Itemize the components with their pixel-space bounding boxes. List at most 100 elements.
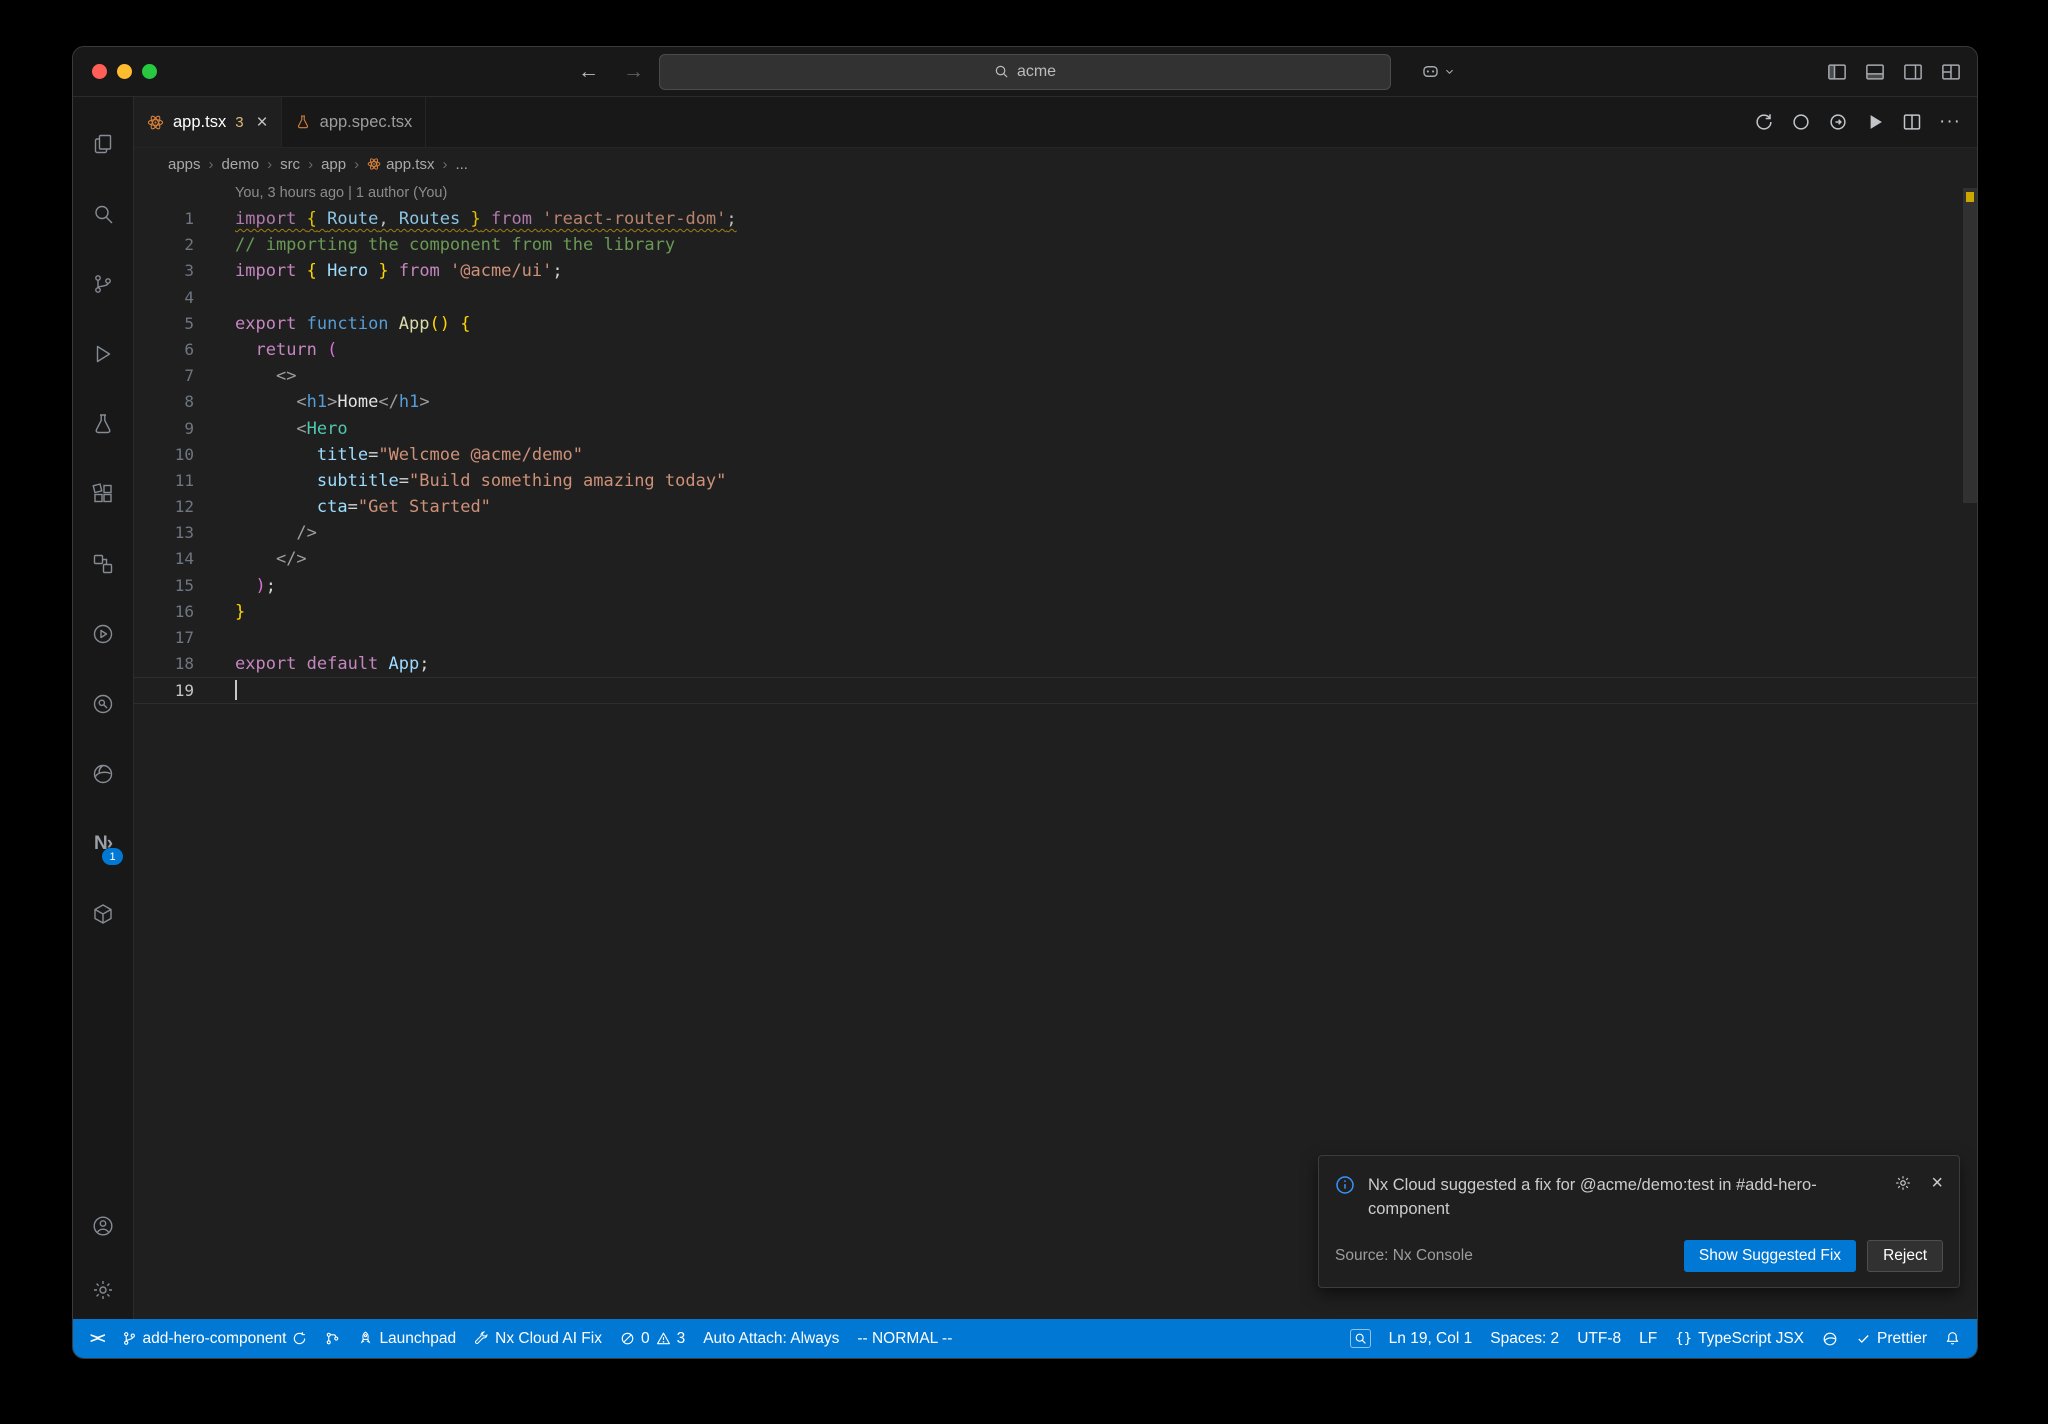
line-number: 14	[174, 549, 194, 569]
indentation-item[interactable]: Spaces: 2	[1481, 1319, 1568, 1358]
testing-icon[interactable]	[79, 389, 127, 459]
timeline-icon[interactable]	[1754, 112, 1774, 132]
breadcrumb-item[interactable]: demo	[222, 156, 260, 173]
code-line[interactable]: 19	[134, 677, 1977, 704]
notification-close-icon[interactable]: ×	[1931, 1173, 1943, 1193]
status-bar: >< add-hero-component Launchpad Nx Cloud…	[73, 1319, 1977, 1358]
play-icon[interactable]	[1865, 112, 1885, 132]
close-tab-icon[interactable]: ×	[257, 113, 268, 132]
code-line[interactable]: 15 );	[134, 573, 1977, 599]
close-window-button[interactable]	[92, 64, 107, 79]
line-number: 11	[174, 470, 194, 490]
package-explorer-icon[interactable]	[79, 879, 127, 949]
go-back-icon[interactable]: ←	[578, 60, 599, 84]
command-center-search[interactable]: acme	[659, 53, 1391, 90]
code-line[interactable]: 12 cta="Get Started"	[134, 494, 1977, 520]
code-line[interactable]: 11 subtitle="Build something amazing tod…	[134, 468, 1977, 494]
error-count: 0	[640, 1329, 650, 1347]
notifications-bell-item[interactable]	[1936, 1319, 1969, 1358]
code-line[interactable]: 6 return (	[134, 337, 1977, 363]
auto-attach-item[interactable]: Auto Attach: Always	[694, 1319, 848, 1358]
code-line[interactable]: 8 <h1>Home</h1>	[134, 389, 1977, 415]
errors-icon	[621, 1332, 634, 1345]
activity-bar: N› 1	[73, 97, 134, 1319]
breadcrumb-item[interactable]: src	[280, 156, 300, 173]
breadcrumb-item[interactable]: apps	[168, 156, 201, 173]
nx-cloud-fix-item[interactable]: Nx Cloud AI Fix	[465, 1319, 611, 1358]
nx-console-icon[interactable]: N› 1	[79, 809, 127, 879]
scrollbar-thumb[interactable]	[1963, 188, 1977, 503]
toggle-primary-sidebar-icon[interactable]	[1827, 62, 1847, 82]
minimize-window-button[interactable]	[117, 64, 132, 79]
zoom-indicator[interactable]	[1341, 1319, 1380, 1358]
remote-explorer-icon[interactable]	[79, 529, 127, 599]
toggle-secondary-sidebar-icon[interactable]	[1903, 62, 1923, 82]
breadcrumb-item[interactable]: app	[321, 156, 346, 173]
copilot-menu[interactable]	[1421, 47, 1455, 96]
go-forward-icon[interactable]: →	[623, 60, 644, 84]
commit-graph-item[interactable]	[316, 1319, 349, 1358]
code-line[interactable]: 16}	[134, 599, 1977, 625]
code-line[interactable]: 5 export function App() {	[134, 311, 1977, 337]
code-line[interactable]: 17	[134, 625, 1977, 651]
breadcrumb-item[interactable]: ...	[455, 156, 468, 173]
more-actions-icon[interactable]: ···	[1939, 111, 1961, 133]
code-line[interactable]: 1 import { Route, Routes } from 'react-ro…	[134, 206, 1977, 232]
extensions-icon[interactable]	[79, 459, 127, 529]
reject-button[interactable]: Reject	[1867, 1240, 1943, 1272]
inline-chat-icon[interactable]	[1791, 112, 1811, 132]
nx-badge: 1	[102, 848, 123, 865]
zoom-window-button[interactable]	[142, 64, 157, 79]
cursor-position-item[interactable]: Ln 19, Col 1	[1380, 1319, 1482, 1358]
encoding-item[interactable]: UTF-8	[1568, 1319, 1630, 1358]
tab-app-tsx[interactable]: app.tsx 3 ×	[134, 97, 282, 147]
source-control-icon[interactable]	[79, 249, 127, 319]
settings-gear-icon[interactable]	[79, 1261, 127, 1319]
code-line[interactable]: 10 title="Welcmoe @acme/demo"	[134, 442, 1977, 468]
code-line[interactable]: 9 <Hero	[134, 416, 1977, 442]
run-circle-icon[interactable]	[79, 599, 127, 669]
code-line[interactable]: 18 export default App;	[134, 651, 1977, 677]
edge-status-item[interactable]	[1813, 1319, 1847, 1358]
code-text: export default App;	[235, 654, 430, 675]
text-cursor	[235, 680, 237, 701]
run-and-debug-icon[interactable]	[79, 319, 127, 389]
notification-message: Nx Cloud suggested a fix for @acme/demo:…	[1368, 1175, 1817, 1219]
language-mode-item[interactable]: {} TypeScript JSX	[1666, 1319, 1813, 1358]
breadcrumb-item-file[interactable]: app.tsx	[367, 156, 434, 173]
prettier-item[interactable]: Prettier	[1847, 1319, 1936, 1358]
code-line[interactable]: 2 // importing the component from the lib…	[134, 232, 1977, 258]
accounts-icon[interactable]	[79, 1191, 127, 1261]
toggle-panel-icon[interactable]	[1865, 62, 1885, 82]
tab-app-spec-tsx[interactable]: app.spec.tsx	[281, 97, 427, 147]
notification-settings-gear-icon[interactable]	[1894, 1174, 1912, 1192]
code-line[interactable]: 3 import { Hero } from '@acme/ui';	[134, 258, 1977, 284]
problems-item[interactable]: 0 3	[611, 1319, 694, 1358]
show-suggested-fix-button[interactable]: Show Suggested Fix	[1683, 1240, 1857, 1272]
edge-icon	[1823, 1332, 1837, 1345]
code-line[interactable]: 14 </>	[134, 546, 1977, 572]
code-line[interactable]: 7 <>	[134, 363, 1977, 389]
search-view-icon[interactable]	[79, 179, 127, 249]
code-line[interactable]: 4	[134, 285, 1977, 311]
remote-indicator[interactable]: ><	[81, 1319, 113, 1358]
customize-layout-icon[interactable]	[1941, 62, 1961, 82]
split-editor-icon[interactable]	[1902, 112, 1922, 132]
code-line[interactable]: 13 />	[134, 520, 1977, 546]
titlebar: ← → acme	[73, 47, 1977, 97]
edge-devtools-icon[interactable]	[79, 739, 127, 809]
line-number: 17	[174, 628, 194, 647]
code-text: export function App() {	[235, 313, 471, 334]
run-file-icon[interactable]	[1828, 112, 1848, 132]
git-branch-item[interactable]: add-hero-component	[113, 1319, 317, 1358]
vim-mode-item[interactable]: -- NORMAL --	[848, 1319, 961, 1358]
launchpad-item[interactable]: Launchpad	[349, 1319, 465, 1358]
branch-icon	[123, 1332, 135, 1345]
overview-ruler[interactable]	[1963, 180, 1977, 1319]
codelens-annotation[interactable]: You, 3 hours ago | 1 author (You)	[235, 185, 1977, 205]
explorer-icon[interactable]	[79, 109, 127, 179]
code-editor[interactable]: You, 3 hours ago | 1 author (You) 1 impor…	[134, 180, 1977, 1319]
code-inspect-icon[interactable]	[79, 669, 127, 739]
eol-item[interactable]: LF	[1630, 1319, 1666, 1358]
line-number: 9	[184, 418, 194, 438]
